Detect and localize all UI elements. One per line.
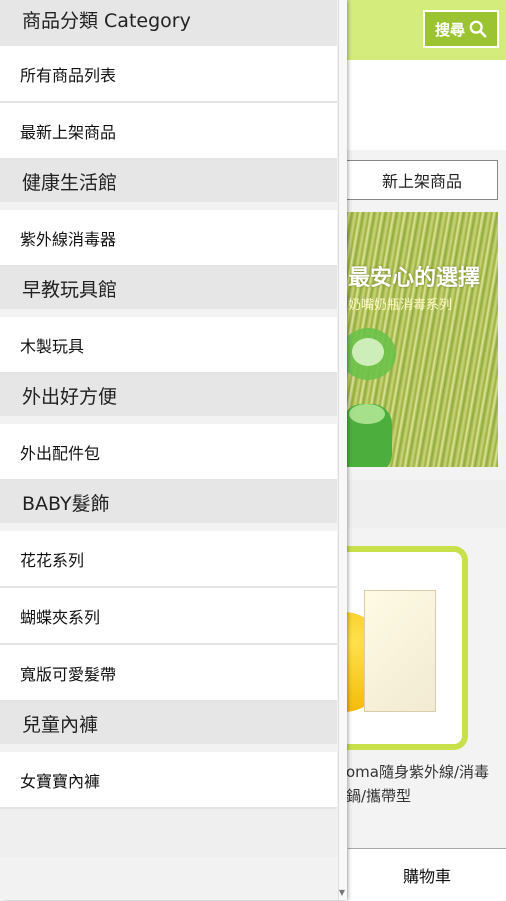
category-header-hair: BABY髮飾 <box>0 481 337 531</box>
tab-new-items[interactable]: 新上架商品 <box>346 160 498 200</box>
search-icon <box>469 20 487 38</box>
banner-title: 最安心的選擇 <box>348 265 481 291</box>
scroll-down-arrow-icon[interactable]: ▼ <box>338 888 346 898</box>
product-image <box>364 590 436 712</box>
product-card[interactable] <box>344 546 468 750</box>
menu-item-butterfly-clips[interactable]: 蝴蝶夾系列 <box>0 588 337 645</box>
menu-item-outing-bags[interactable]: 外出配件包 <box>0 424 337 481</box>
drawer-bottom <box>0 809 337 857</box>
search-label: 搜尋 <box>434 20 465 39</box>
menu-item-wooden-toys[interactable]: 木製玩具 <box>0 317 337 374</box>
category-drawer: 商品分類 Category 所有商品列表 最新上架商品 健康生活館 紫外線消毒器… <box>0 0 347 900</box>
category-header-outing: 外出好方便 <box>0 374 337 424</box>
drawer-title: 商品分類 Category <box>0 0 337 46</box>
promo-banner[interactable]: 最安心的選擇 奶嘴奶瓶消毒系列 <box>344 212 498 467</box>
cart-button[interactable]: 購物車 <box>348 848 506 901</box>
menu-item-wide-headbands[interactable]: 寬版可愛髮帶 <box>0 645 337 702</box>
menu-item-girls-underwear[interactable]: 女寶寶內褲 <box>0 752 337 809</box>
category-header-health: 健康生活館 <box>0 160 337 210</box>
pacifier-image <box>344 328 396 467</box>
section-divider <box>344 480 506 528</box>
menu-item-new-arrivals[interactable]: 最新上架商品 <box>0 103 337 160</box>
product-name[interactable]: oma隨身紫外線/消毒鍋/攜帶型 <box>346 760 506 808</box>
drawer-scrollbar[interactable] <box>338 0 347 900</box>
category-header-toys: 早教玩具館 <box>0 267 337 317</box>
category-header-underwear: 兒童內褲 <box>0 702 337 752</box>
banner-subtitle: 奶嘴奶瓶消毒系列 <box>348 298 453 313</box>
menu-item-all-products[interactable]: 所有商品列表 <box>0 46 337 103</box>
menu-item-uv-sterilizer[interactable]: 紫外線消毒器 <box>0 210 337 267</box>
menu-item-flower-series[interactable]: 花花系列 <box>0 531 337 588</box>
search-button[interactable]: 搜尋 <box>423 10 499 48</box>
